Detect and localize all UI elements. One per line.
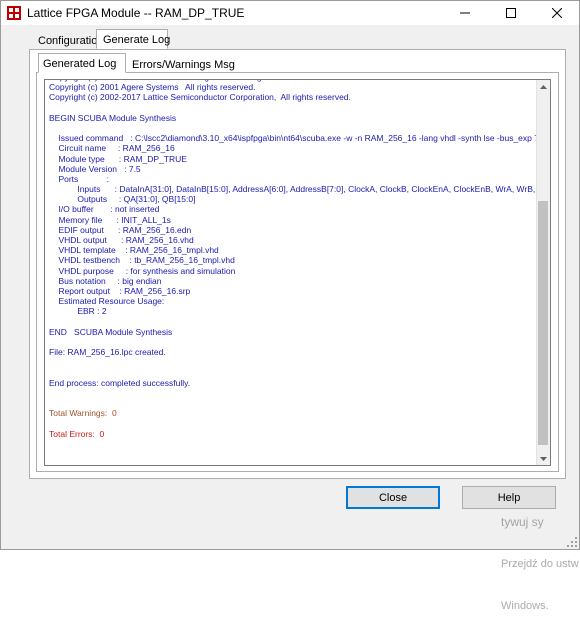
log-line: I/O buffer : not inserted: [49, 204, 160, 215]
generate-log-panel: Generated Log Errors/Warnings Msg Copyri…: [29, 49, 566, 479]
log-line: Module type : RAM_DP_TRUE: [49, 153, 187, 164]
scrollbar-thumb[interactable]: [538, 201, 548, 445]
log-line: Total Warnings: 0: [49, 408, 117, 419]
close-window-button[interactable]: [534, 1, 579, 25]
chevron-down-icon: [540, 456, 547, 461]
log-line: VHDL output : RAM_256_16.vhd: [49, 235, 194, 245]
dialog-window: Lattice FPGA Module -- RAM_DP_TRUE Confi…: [0, 0, 580, 612]
log-line: BEGIN SCUBA Module Synthesis: [49, 112, 177, 123]
log-textarea[interactable]: Copyright (c) 1995 2001 Lucent Technolog…: [44, 79, 551, 466]
maximize-button[interactable]: [488, 1, 533, 25]
log-content: Copyright (c) 1995 2001 Lucent Technolog…: [45, 80, 543, 465]
scroll-up-arrow[interactable]: [537, 80, 550, 93]
log-line: Circuit name : RAM_256_16: [49, 143, 175, 154]
log-line: Report output : RAM_256_16.srp: [49, 285, 191, 296]
watermark-line-1: tywuj sy: [501, 515, 544, 529]
scroll-down-arrow[interactable]: [537, 452, 550, 465]
window-title: Lattice FPGA Module -- RAM_DP_TRUE: [27, 6, 245, 20]
minimize-icon: [459, 12, 470, 14]
windows-activation-watermark: tywuj sy Przejdź do ustw Windows.: [501, 487, 579, 641]
log-line: Issued command : C:\lscc2\diamond\3.10_x…: [49, 133, 543, 144]
log-line: Copyright (c) 2002-2017 Lattice Semicond…: [49, 92, 351, 103]
log-line: Copyright (c) 2001 Agere Systems All rig…: [49, 82, 256, 93]
lattice-app-icon: [7, 6, 21, 20]
log-line: Memory file : INIT_ALL_1s: [49, 214, 171, 225]
log-line: File: RAM_256_16.lpc created.: [49, 347, 166, 358]
chevron-up-icon: [540, 84, 547, 89]
log-line: VHDL purpose : for synthesis and simulat…: [49, 265, 236, 276]
generated-log-panel: Copyright (c) 1995 2001 Lucent Technolog…: [36, 72, 559, 472]
log-line: Outputs : QA[31:0], QB[15:0]: [49, 194, 196, 205]
close-icon: [551, 8, 562, 18]
log-line: Ports :: [49, 173, 109, 184]
watermark-line-3: Windows.: [501, 600, 549, 612]
log-line: Inputs : DataInA[31:0], DataInB[15:0], A…: [49, 184, 543, 195]
log-line: Estimated Resource Usage:: [49, 296, 165, 307]
log-line: EBR : 2: [49, 306, 107, 317]
tab-generate-log[interactable]: Generate Log: [96, 29, 170, 49]
maximize-icon: [505, 8, 516, 18]
tab-configuration[interactable]: Configuration: [31, 32, 103, 50]
log-line: Module Version : 7.5: [49, 163, 141, 174]
tab-generated-log[interactable]: Generated Log: [38, 53, 126, 73]
watermark-line-2: Przejdź do ustw: [501, 558, 579, 570]
log-line: VHDL testbench : tb_RAM_256_16_tmpl.vhd: [49, 255, 235, 266]
log-line: Total Errors: 0: [49, 428, 105, 439]
log-line: VHDL template : RAM_256_16_tmpl.vhd: [49, 245, 219, 256]
resize-grip-icon[interactable]: [567, 537, 577, 547]
title-bar: Lattice FPGA Module -- RAM_DP_TRUE: [1, 1, 579, 25]
log-line: Bus notation : big endian: [49, 275, 162, 286]
log-line: EDIF output : RAM_256_16.edn: [49, 224, 192, 235]
close-button[interactable]: Close: [346, 486, 440, 509]
log-line: End process: completed successfully.: [49, 377, 191, 388]
minimize-button[interactable]: [442, 1, 487, 25]
log-line: END SCUBA Module Synthesis: [49, 326, 173, 337]
vertical-scrollbar[interactable]: [536, 80, 550, 465]
